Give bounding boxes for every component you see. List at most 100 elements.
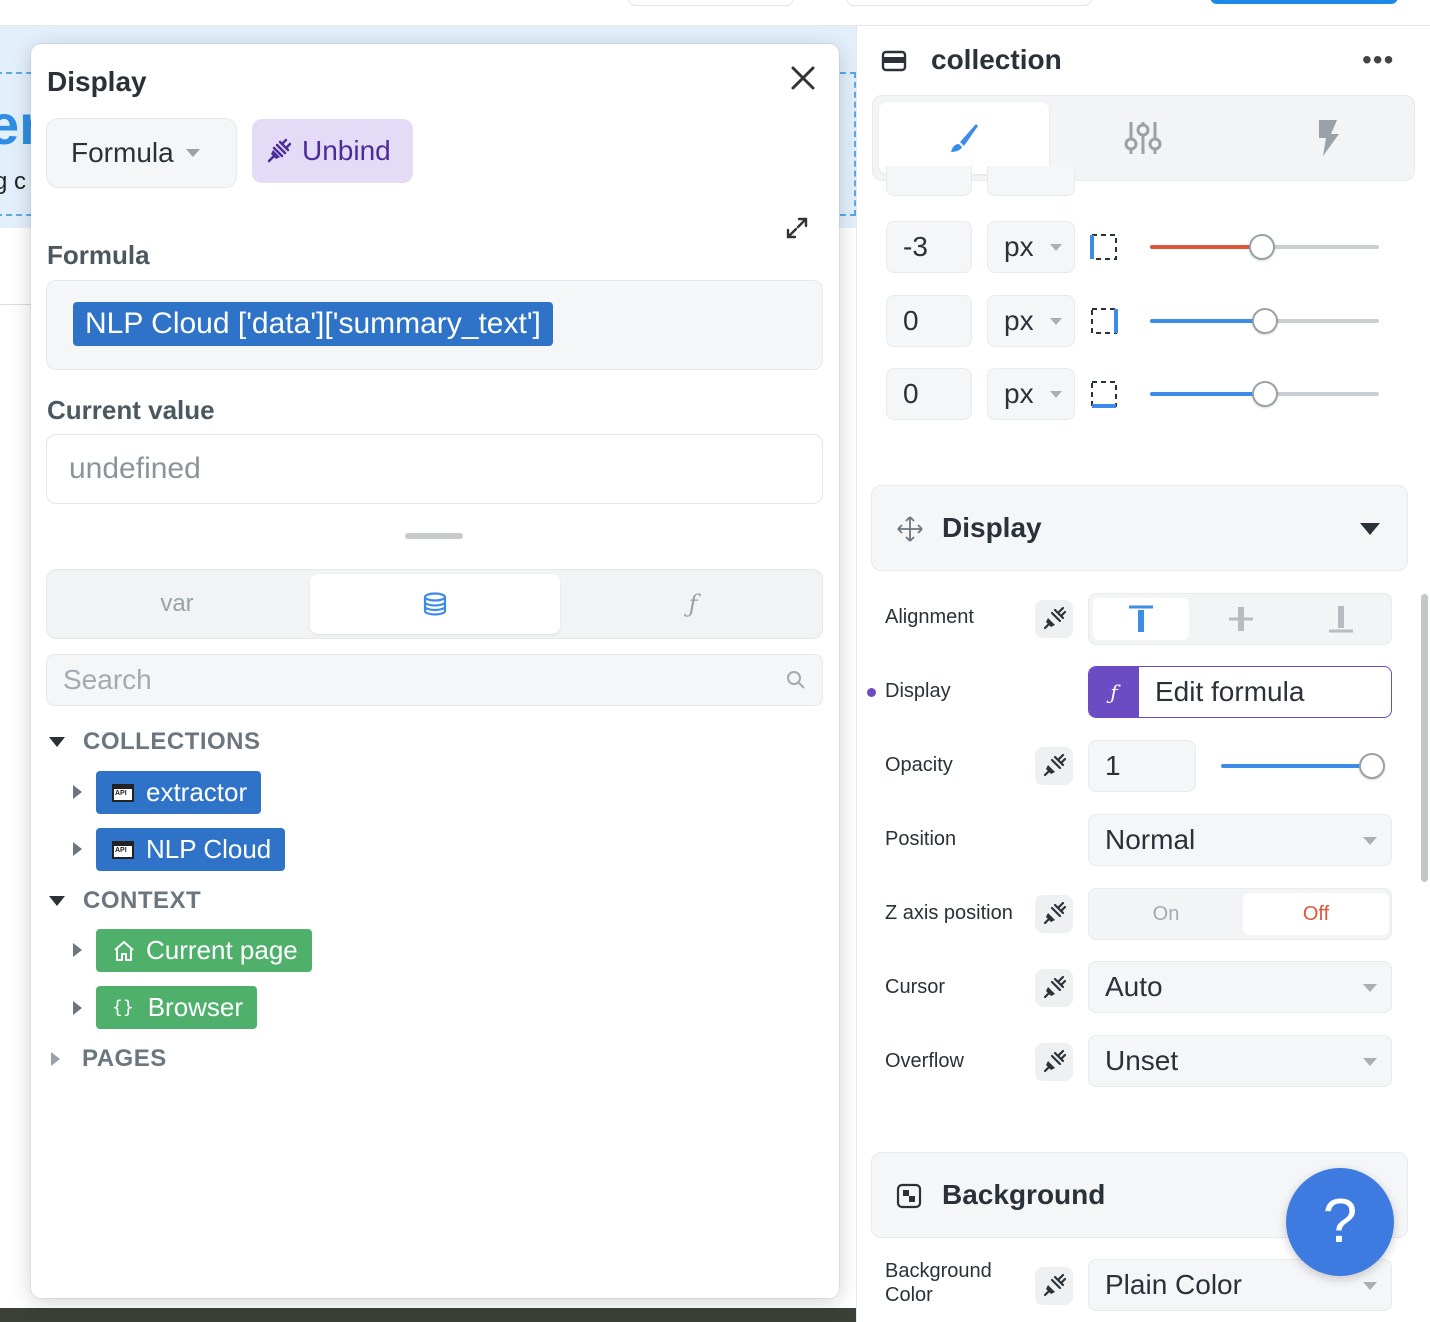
- opacity-slider[interactable]: [1221, 764, 1371, 768]
- z-off-option[interactable]: Off: [1243, 893, 1389, 935]
- expand-caret-icon[interactable]: [73, 1001, 82, 1015]
- section-label: CONTEXT: [83, 887, 202, 914]
- tab-style[interactable]: [879, 102, 1049, 174]
- background-color-label-2: Color: [885, 1284, 933, 1306]
- align-bottom-icon: [1329, 606, 1353, 633]
- source-type-dropdown[interactable]: Formula: [46, 118, 237, 188]
- top-bar-button[interactable]: [628, 0, 794, 6]
- z-axis-label: Z axis position: [885, 902, 1013, 924]
- chevron-down-icon: [185, 149, 200, 157]
- close-icon[interactable]: [787, 64, 819, 96]
- more-options-icon[interactable]: •••: [1362, 44, 1394, 76]
- cursor-dropdown[interactable]: Auto: [1088, 961, 1392, 1013]
- tree-item-label: Current page: [146, 935, 298, 965]
- align-center-icon: [1229, 607, 1253, 631]
- position-value: Normal: [1105, 824, 1196, 855]
- opacity-input[interactable]: 1: [1088, 740, 1196, 792]
- api-icon: API: [112, 783, 134, 802]
- tree-section-pages[interactable]: PAGES: [51, 1045, 167, 1073]
- slider-knob[interactable]: [1249, 234, 1275, 260]
- tree-item-current-page[interactable]: Current page: [96, 929, 312, 972]
- tree-item-extractor[interactable]: API extractor: [96, 771, 262, 814]
- tree-section-context[interactable]: CONTEXT: [49, 887, 201, 915]
- position-dropdown[interactable]: Normal: [1088, 814, 1392, 866]
- side-selector-icon[interactable]: [1089, 306, 1119, 341]
- tree-section-collections[interactable]: COLLECTIONS: [49, 728, 261, 756]
- bind-icon[interactable]: [1035, 1267, 1073, 1305]
- bind-icon[interactable]: [1035, 600, 1073, 638]
- chevron-down-icon: [1050, 391, 1062, 398]
- side-selector-icon[interactable]: [1089, 379, 1119, 414]
- bind-icon[interactable]: [1035, 1043, 1073, 1081]
- section-label: COLLECTIONS: [83, 728, 261, 755]
- tab-data[interactable]: [310, 574, 560, 634]
- background-color-label: Background: [885, 1260, 992, 1282]
- component-title: collection: [931, 44, 1062, 75]
- spacing-input[interactable]: 0: [886, 368, 972, 420]
- unit-label: px: [1004, 231, 1034, 262]
- help-button[interactable]: ?: [1286, 1168, 1394, 1276]
- unit-dropdown[interactable]: [987, 166, 1075, 196]
- alignment-toggle: [1088, 593, 1392, 645]
- unit-label: px: [1004, 305, 1034, 336]
- panel-scrollbar[interactable]: [1421, 594, 1428, 882]
- spacing-input[interactable]: 0: [886, 295, 972, 347]
- current-value-field: undefined: [46, 434, 823, 504]
- database-icon: [423, 592, 447, 616]
- chevron-down-icon: [1050, 318, 1062, 325]
- edit-formula-button[interactable]: ƒ Edit formula: [1088, 666, 1392, 718]
- formula-token[interactable]: NLP Cloud ['data']['summary_text']: [73, 302, 553, 346]
- expand-icon[interactable]: [785, 216, 809, 240]
- slider-knob[interactable]: [1252, 308, 1278, 334]
- display-section-header[interactable]: Display: [871, 485, 1408, 571]
- align-center-button[interactable]: [1193, 598, 1289, 640]
- overflow-dropdown[interactable]: Unset: [1088, 1035, 1392, 1087]
- tree-item-nlp-cloud[interactable]: API NLP Cloud: [96, 828, 286, 871]
- braces-icon: {}: [112, 997, 134, 1018]
- z-on-option[interactable]: On: [1093, 893, 1239, 935]
- brush-icon: [951, 124, 978, 152]
- formula-modal: Display Formula Unbind Formula NLP Cloud…: [31, 44, 839, 1298]
- background-color-value: Plain Color: [1105, 1269, 1242, 1300]
- bind-icon[interactable]: [1035, 747, 1073, 785]
- chevron-down-icon: [1363, 984, 1377, 992]
- source-tabs: var ƒ: [46, 569, 823, 639]
- unit-dropdown[interactable]: px: [987, 368, 1075, 420]
- align-top-button[interactable]: [1093, 598, 1189, 640]
- unbind-button[interactable]: Unbind: [252, 119, 413, 183]
- bind-icon[interactable]: [1035, 895, 1073, 933]
- home-icon: [114, 940, 134, 961]
- api-icon: API: [112, 840, 134, 859]
- slider-knob[interactable]: [1359, 753, 1385, 779]
- unit-dropdown[interactable]: px: [987, 221, 1075, 273]
- search-input[interactable]: Search: [46, 654, 823, 706]
- tree-item-browser[interactable]: {} Browser: [96, 986, 258, 1029]
- side-selector-icon[interactable]: [1089, 232, 1119, 267]
- expand-caret-icon[interactable]: [73, 842, 82, 856]
- z-axis-toggle: On Off: [1088, 888, 1392, 940]
- formula-icon: ƒ: [1089, 667, 1139, 717]
- caret-right-icon: [51, 1052, 60, 1066]
- expand-caret-icon[interactable]: [73, 943, 82, 957]
- top-bar-button[interactable]: [846, 0, 1092, 6]
- spacing-input[interactable]: -3: [886, 221, 972, 273]
- tree-item-label: extractor: [146, 777, 248, 807]
- tab-variables[interactable]: var: [51, 574, 303, 634]
- lightning-icon[interactable]: [1313, 118, 1343, 163]
- resize-handle[interactable]: [405, 533, 463, 539]
- align-bottom-button[interactable]: [1293, 598, 1389, 640]
- unit-dropdown[interactable]: px: [987, 295, 1075, 347]
- bound-indicator-dot: [867, 688, 876, 697]
- expand-caret-icon[interactable]: [73, 785, 82, 799]
- tree-item-label: NLP Cloud: [146, 834, 272, 864]
- bind-icon[interactable]: [1035, 969, 1073, 1007]
- overflow-value: Unset: [1105, 1045, 1179, 1076]
- publish-button[interactable]: [1210, 0, 1398, 4]
- component-icon: [881, 48, 907, 79]
- spacing-input[interactable]: [886, 166, 972, 196]
- tab-functions[interactable]: ƒ: [567, 574, 819, 634]
- alignment-label: Alignment: [885, 606, 974, 628]
- caret-down-icon: [49, 737, 65, 747]
- slider-knob[interactable]: [1252, 381, 1278, 407]
- sliders-icon[interactable]: [1123, 118, 1163, 163]
